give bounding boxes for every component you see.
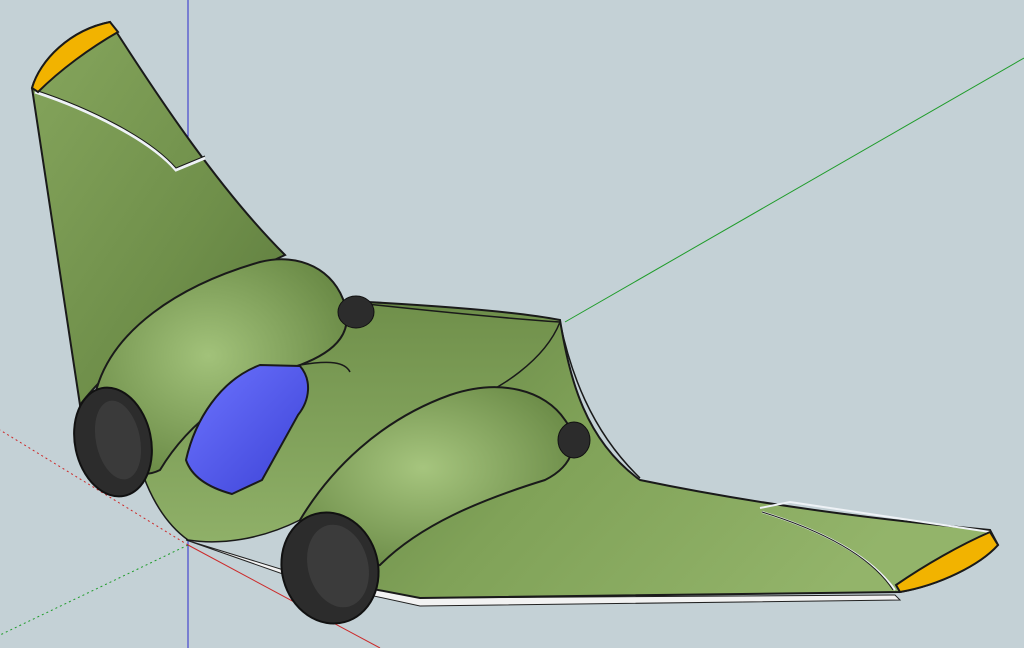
left-engine-nozzle <box>337 295 375 329</box>
green-axis <box>564 57 1024 323</box>
model-scene[interactable] <box>0 0 1024 648</box>
right-engine-nozzle <box>557 421 591 459</box>
flying-wing-model[interactable] <box>30 20 1000 635</box>
green-axis-hidden <box>0 544 189 636</box>
3d-viewport[interactable] <box>0 0 1024 648</box>
